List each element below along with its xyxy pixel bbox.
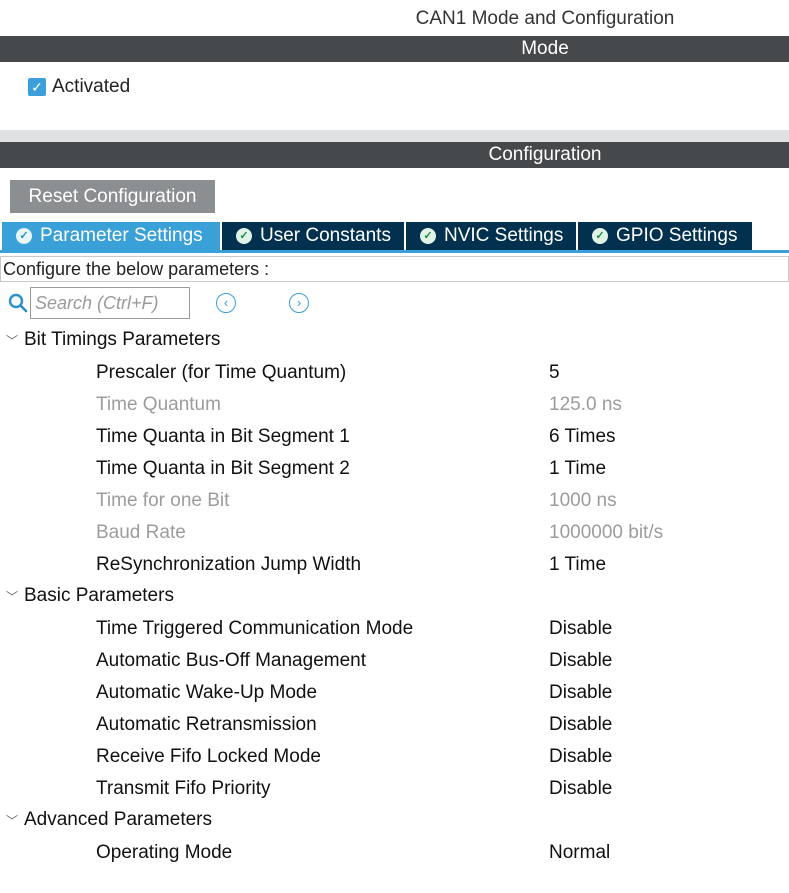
activated-checkbox-row[interactable]: ✓ Activated [28,76,130,98]
param-label: Time for one Bit [96,490,230,511]
tab-parameter-settings[interactable]: ✓ Parameter Settings [2,222,220,250]
tab-nvic-settings[interactable]: ✓ NVIC Settings [406,222,576,250]
tab-underline [0,250,789,253]
param-label: Automatic Bus-Off Management [96,650,366,671]
tab-user-constants[interactable]: ✓ User Constants [222,222,404,250]
tab-label: NVIC Settings [444,225,564,246]
param-value: 1000000 bit/s [549,522,664,543]
group-label: Advanced Parameters [24,809,212,830]
param-row[interactable]: Time Quanta in Bit Segment 1 6 Times [0,420,789,452]
check-circle-icon: ✓ [592,228,608,244]
param-row: Time Quantum 125.0 ns [0,388,789,420]
activated-label: Activated [52,76,131,97]
check-circle-icon: ✓ [236,228,252,244]
param-value[interactable]: 6 Times [549,426,616,448]
param-value[interactable]: Disable [549,714,612,736]
section-divider [0,130,789,142]
configuration-section-label: Configuration [488,144,602,165]
param-value[interactable]: Disable [549,618,612,640]
group-label: Bit Timings Parameters [24,329,221,350]
param-label: Automatic Wake-Up Mode [96,682,318,703]
param-value[interactable]: Disable [549,778,612,800]
check-circle-icon: ✓ [16,228,32,244]
param-row[interactable]: Time Triggered Communication Mode Disabl… [0,612,789,644]
panel-title: CAN1 Mode and Configuration [415,8,675,29]
chevron-right-circle-icon[interactable]: › [289,293,309,313]
param-label: Prescaler (for Time Quantum) [96,362,347,383]
param-row[interactable]: Automatic Retransmission Disable [0,708,789,740]
tab-label: GPIO Settings [616,225,738,246]
search-icon[interactable] [8,293,28,313]
configuration-section-header: Configuration [0,142,789,168]
param-label: Receive Fifo Locked Mode [96,746,321,767]
param-row[interactable]: ReSynchronization Jump Width 1 Time [0,548,789,580]
param-label: Automatic Retransmission [96,714,317,735]
param-row[interactable]: Automatic Bus-Off Management Disable [0,644,789,676]
chevron-left-circle-icon[interactable]: ‹ [216,293,236,313]
search-input[interactable] [30,287,190,319]
param-label: Operating Mode [96,842,233,863]
param-row[interactable]: Prescaler (for Time Quantum) 5 [0,356,789,388]
param-value: 125.0 ns [549,394,622,415]
mode-section-label: Mode [521,38,569,59]
param-value[interactable]: Disable [549,682,612,704]
chevron-down-icon[interactable]: ﹀ [6,332,18,349]
activated-checkbox[interactable]: ✓ [28,78,46,96]
param-value[interactable]: 1 Time [549,458,606,480]
param-label: Time Triggered Communication Mode [96,618,414,639]
param-label: Time Quanta in Bit Segment 1 [96,426,350,447]
param-row[interactable]: Operating Mode Normal [0,836,789,868]
param-label: ReSynchronization Jump Width [96,554,362,575]
param-row: Baud Rate 1000000 bit/s [0,516,789,548]
param-value: 1000 ns [549,490,617,511]
param-value[interactable]: 5 [549,362,560,384]
param-label: Time Quantum [96,394,221,415]
tab-gpio-settings[interactable]: ✓ GPIO Settings [578,222,752,250]
param-label: Transmit Fifo Priority [96,778,271,799]
chevron-down-icon[interactable]: ﹀ [6,812,18,829]
config-tab-bar: ✓ Parameter Settings ✓ User Constants ✓ … [0,222,789,252]
mode-section-header: Mode [0,36,789,62]
param-value[interactable]: 1 Time [549,554,606,576]
param-value[interactable]: Disable [549,746,612,768]
reset-configuration-button[interactable]: Reset Configuration [10,180,215,213]
param-value[interactable]: Normal [549,842,610,864]
group-label: Basic Parameters [24,585,174,606]
group-header-advanced[interactable]: ﹀ Advanced Parameters [6,805,212,835]
param-row[interactable]: Transmit Fifo Priority Disable [0,772,789,804]
param-label: Time Quanta in Bit Segment 2 [96,458,350,479]
check-circle-icon: ✓ [420,228,436,244]
group-header-bit-timings[interactable]: ﹀ Bit Timings Parameters [6,325,220,355]
instruction-text: Configure the below parameters : [0,256,789,282]
param-row[interactable]: Receive Fifo Locked Mode Disable [0,740,789,772]
param-label: Baud Rate [96,522,186,543]
group-header-basic[interactable]: ﹀ Basic Parameters [6,581,174,611]
chevron-down-icon[interactable]: ﹀ [6,588,18,605]
param-row[interactable]: Time Quanta in Bit Segment 2 1 Time [0,452,789,484]
param-value[interactable]: Disable [549,650,612,672]
tab-label: User Constants [260,225,391,246]
tab-label: Parameter Settings [40,225,203,246]
param-row: Time for one Bit 1000 ns [0,484,789,516]
param-row[interactable]: Automatic Wake-Up Mode Disable [0,676,789,708]
